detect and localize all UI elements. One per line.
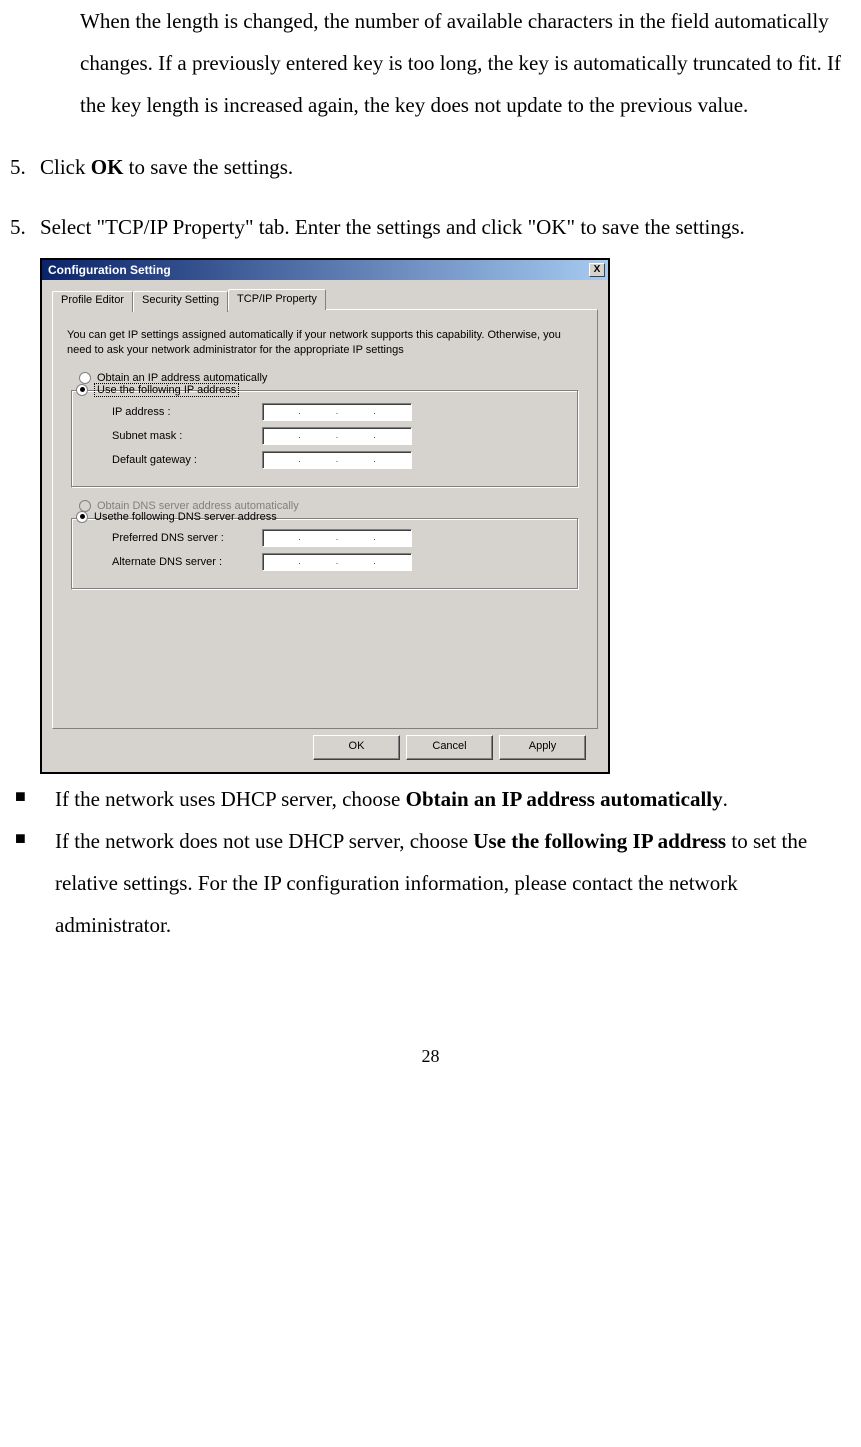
cancel-button[interactable]: Cancel [406,735,493,760]
label-gateway: Default gateway : [112,454,262,466]
text-bold: Use the following IP address [473,829,726,853]
text-pre: Click [40,155,91,179]
bullet-text: If the network does not use DHCP server,… [55,820,851,946]
bullet-dhcp: ■ If the network uses DHCP server, choos… [10,778,851,820]
window-title: Configuration Setting [48,263,171,277]
text-pre: If the network does not use DHCP server,… [55,829,473,853]
step-number: 5. [10,146,40,188]
panel-description: You can get IP settings assigned automat… [67,328,583,358]
input-pref-dns[interactable]: ... [262,529,412,547]
bullet-text: If the network uses DHCP server, choose … [55,778,851,820]
fieldset-ip: Use the following IP address IP address … [71,390,579,488]
page-number: 28 [10,1046,851,1067]
bullet-static-ip: ■ If the network does not use DHCP serve… [10,820,851,946]
step-body: Select "TCP/IP Property" tab. Enter the … [40,206,851,248]
bullet-icon: ■ [10,778,55,820]
field-preferred-dns: Preferred DNS server : ... [112,529,568,547]
label-subnet: Subnet mask : [112,430,262,442]
bullet-icon: ■ [10,820,55,946]
radio-label: Use the following IP address [94,383,239,397]
input-gateway[interactable]: ... [262,451,412,469]
field-subnet-mask: Subnet mask : ... [112,427,568,445]
paragraph-key-length: When the length is changed, the number o… [80,0,851,126]
text-post: to save the settings. [123,155,293,179]
tab-tcpip-property[interactable]: TCP/IP Property [228,289,326,310]
field-alternate-dns: Alternate DNS server : ... [112,553,568,571]
text-post: . [723,787,728,811]
step-body: Click OK to save the settings. [40,146,851,188]
titlebar: Configuration Setting X [42,260,608,280]
input-ip[interactable]: ... [262,403,412,421]
step-5-select-tab: 5. Select "TCP/IP Property" tab. Enter t… [10,206,851,248]
label-alt-dns: Alternate DNS server : [112,556,262,568]
tab-panel-tcpip: You can get IP settings assigned automat… [52,309,598,729]
configuration-setting-dialog: Configuration Setting X Profile Editor S… [40,258,610,774]
radio-icon [76,384,88,396]
step-number: 5. [10,206,40,248]
close-icon[interactable]: X [589,263,605,277]
step-5-click-ok: 5. Click OK to save the settings. [10,146,851,188]
tab-strip: Profile Editor Security Setting TCP/IP P… [52,289,598,310]
text-bold: Obtain an IP address automatically [406,787,723,811]
tab-security-setting[interactable]: Security Setting [133,291,228,312]
field-default-gateway: Default gateway : ... [112,451,568,469]
ok-button[interactable]: OK [313,735,400,760]
fieldset-dns: Usethe following DNS server address Pref… [71,518,579,590]
input-subnet[interactable]: ... [262,427,412,445]
input-alt-dns[interactable]: ... [262,553,412,571]
tab-profile-editor[interactable]: Profile Editor [52,291,133,312]
dialog-button-row: OK Cancel Apply [52,729,598,772]
radio-use-dns[interactable]: Usethe following DNS server address [76,511,568,523]
apply-button[interactable]: Apply [499,735,586,760]
radio-icon [76,511,88,523]
text-pre: If the network uses DHCP server, choose [55,787,406,811]
radio-label: Usethe following DNS server address [94,511,277,523]
field-ip-address: IP address : ... [112,403,568,421]
text-bold-ok: OK [91,155,124,179]
label-ip: IP address : [112,406,262,418]
label-pref-dns: Preferred DNS server : [112,532,262,544]
radio-use-ip[interactable]: Use the following IP address [76,383,568,397]
